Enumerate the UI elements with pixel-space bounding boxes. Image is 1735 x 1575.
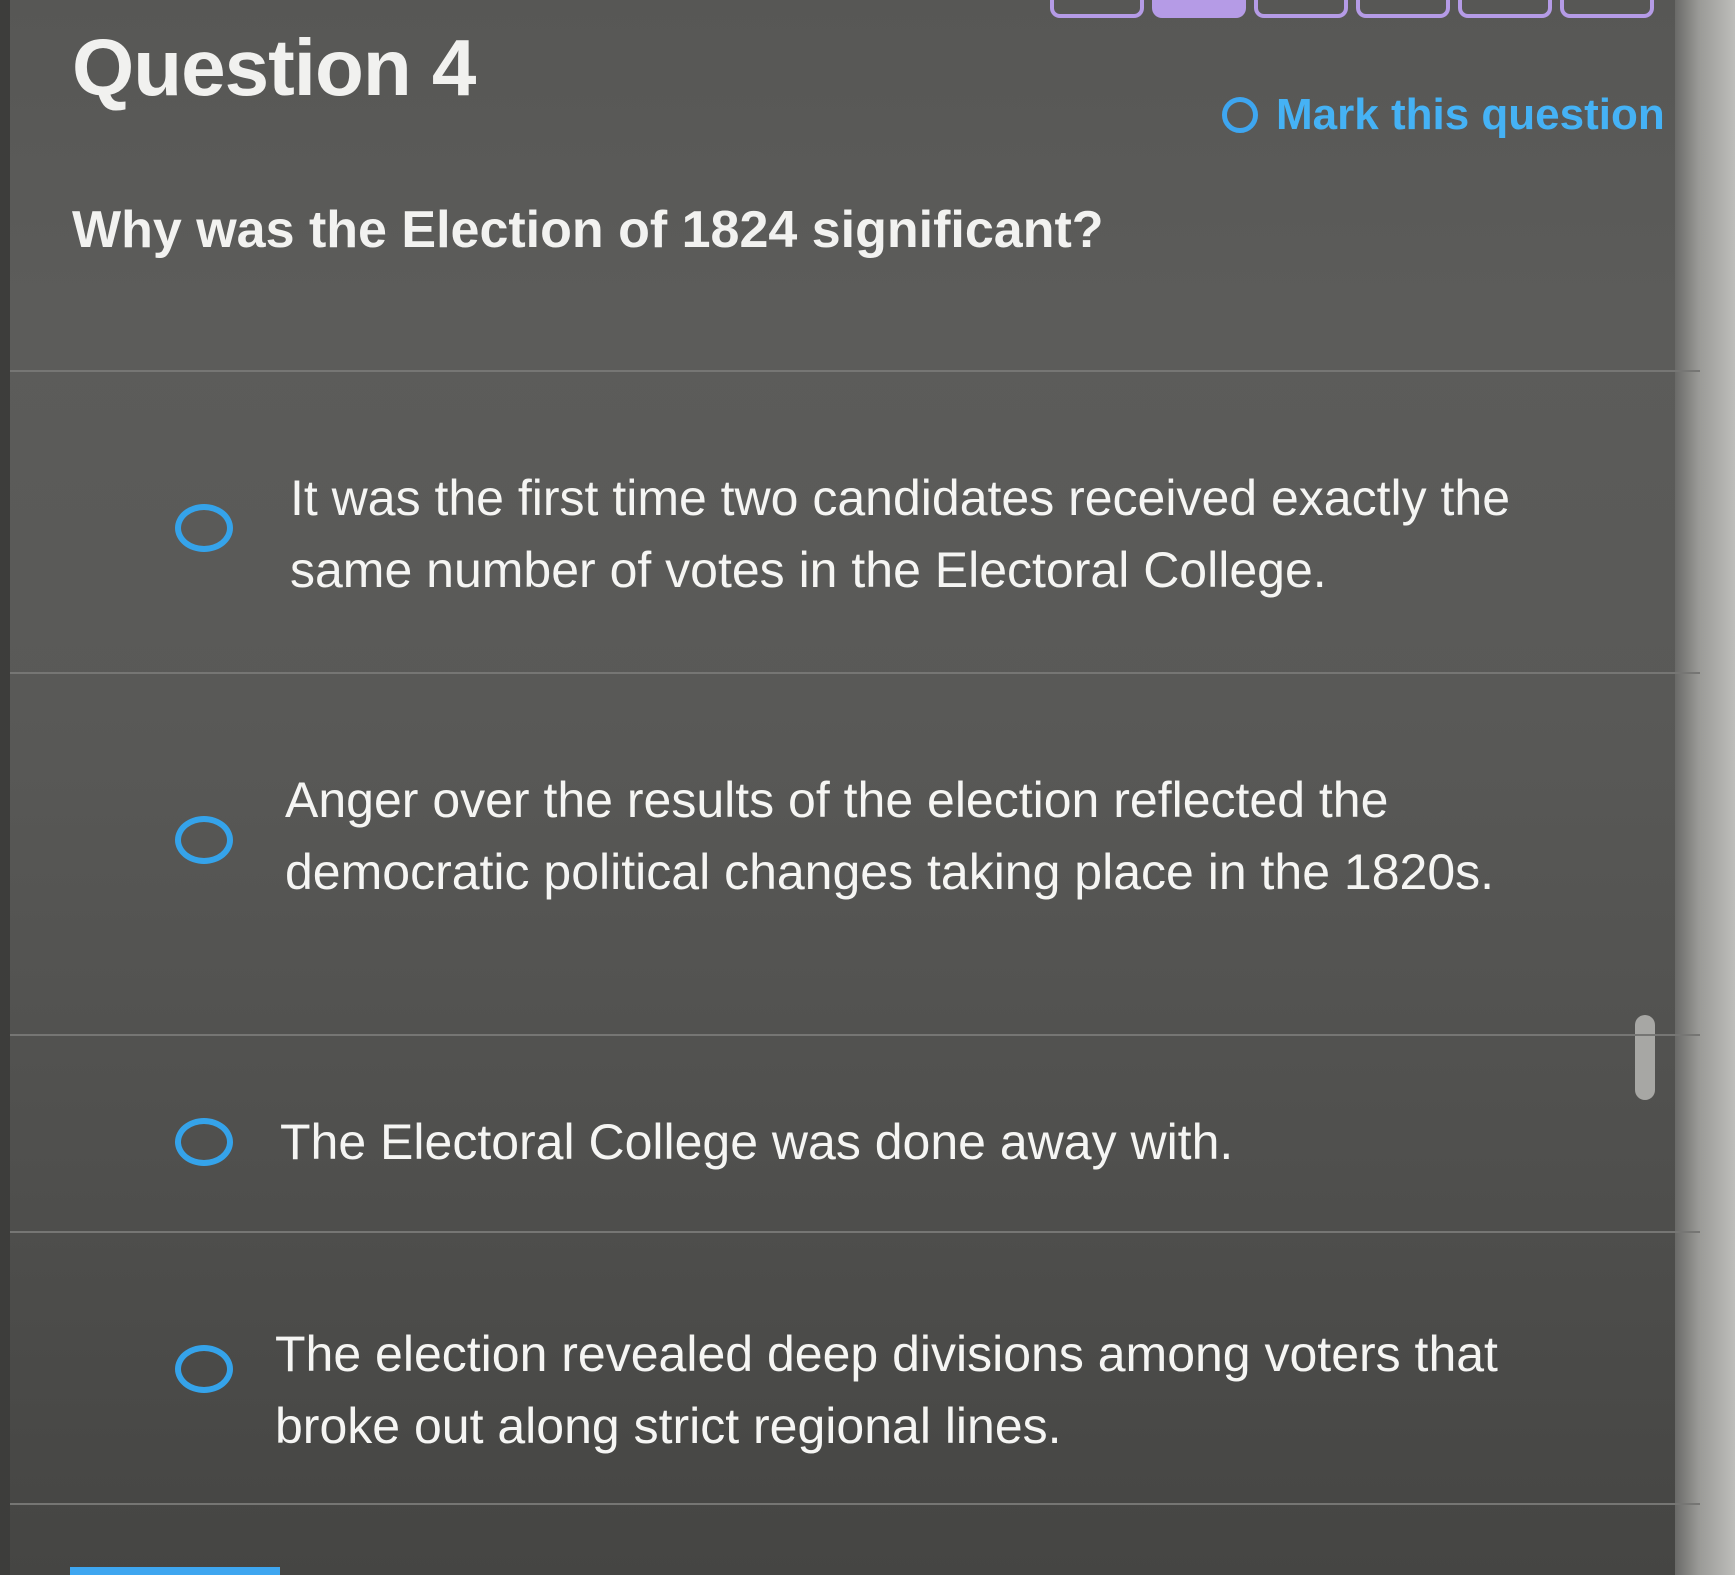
question-prompt: Why was the Election of 1824 significant… (72, 201, 1104, 259)
progress-square[interactable] (1458, 0, 1552, 18)
answer-option-4[interactable]: The election revealed deep divisions amo… (10, 1231, 1700, 1505)
progress-square[interactable] (1356, 0, 1450, 18)
radio-button-icon[interactable] (175, 816, 233, 864)
progress-square[interactable] (1254, 0, 1348, 18)
question-progress-bar (1050, 0, 1654, 18)
answer-list: It was the first time two candidates rec… (10, 370, 1700, 1505)
answer-option-text: The election revealed deep divisions amo… (275, 1326, 1498, 1454)
radio-button-icon[interactable] (175, 1345, 233, 1393)
radio-button-icon[interactable] (175, 504, 233, 552)
answer-option-2[interactable]: Anger over the results of the election r… (10, 672, 1700, 1034)
bottom-accent-bar (70, 1567, 280, 1575)
answer-option-text: It was the first time two candidates rec… (290, 470, 1510, 598)
progress-square[interactable] (1560, 0, 1654, 18)
quiz-frame: Question 4 Mark this question Why was th… (0, 0, 1735, 1575)
answer-option-3[interactable]: The Electoral College was done away with… (10, 1034, 1700, 1231)
progress-square[interactable] (1050, 0, 1144, 18)
mark-question-button[interactable]: Mark this question (1222, 90, 1665, 140)
question-title: Question 4 (72, 23, 476, 112)
question-header: Question 4 Mark this question (72, 22, 1672, 139)
mark-circle-icon (1222, 97, 1258, 133)
answer-option-1[interactable]: It was the first time two candidates rec… (10, 370, 1700, 672)
answer-option-text: Anger over the results of the election r… (285, 772, 1495, 900)
answer-option-text: The Electoral College was done away with… (280, 1114, 1234, 1170)
radio-button-icon[interactable] (175, 1118, 233, 1166)
mark-question-label: Mark this question (1276, 90, 1665, 139)
progress-square-current[interactable] (1152, 0, 1246, 18)
